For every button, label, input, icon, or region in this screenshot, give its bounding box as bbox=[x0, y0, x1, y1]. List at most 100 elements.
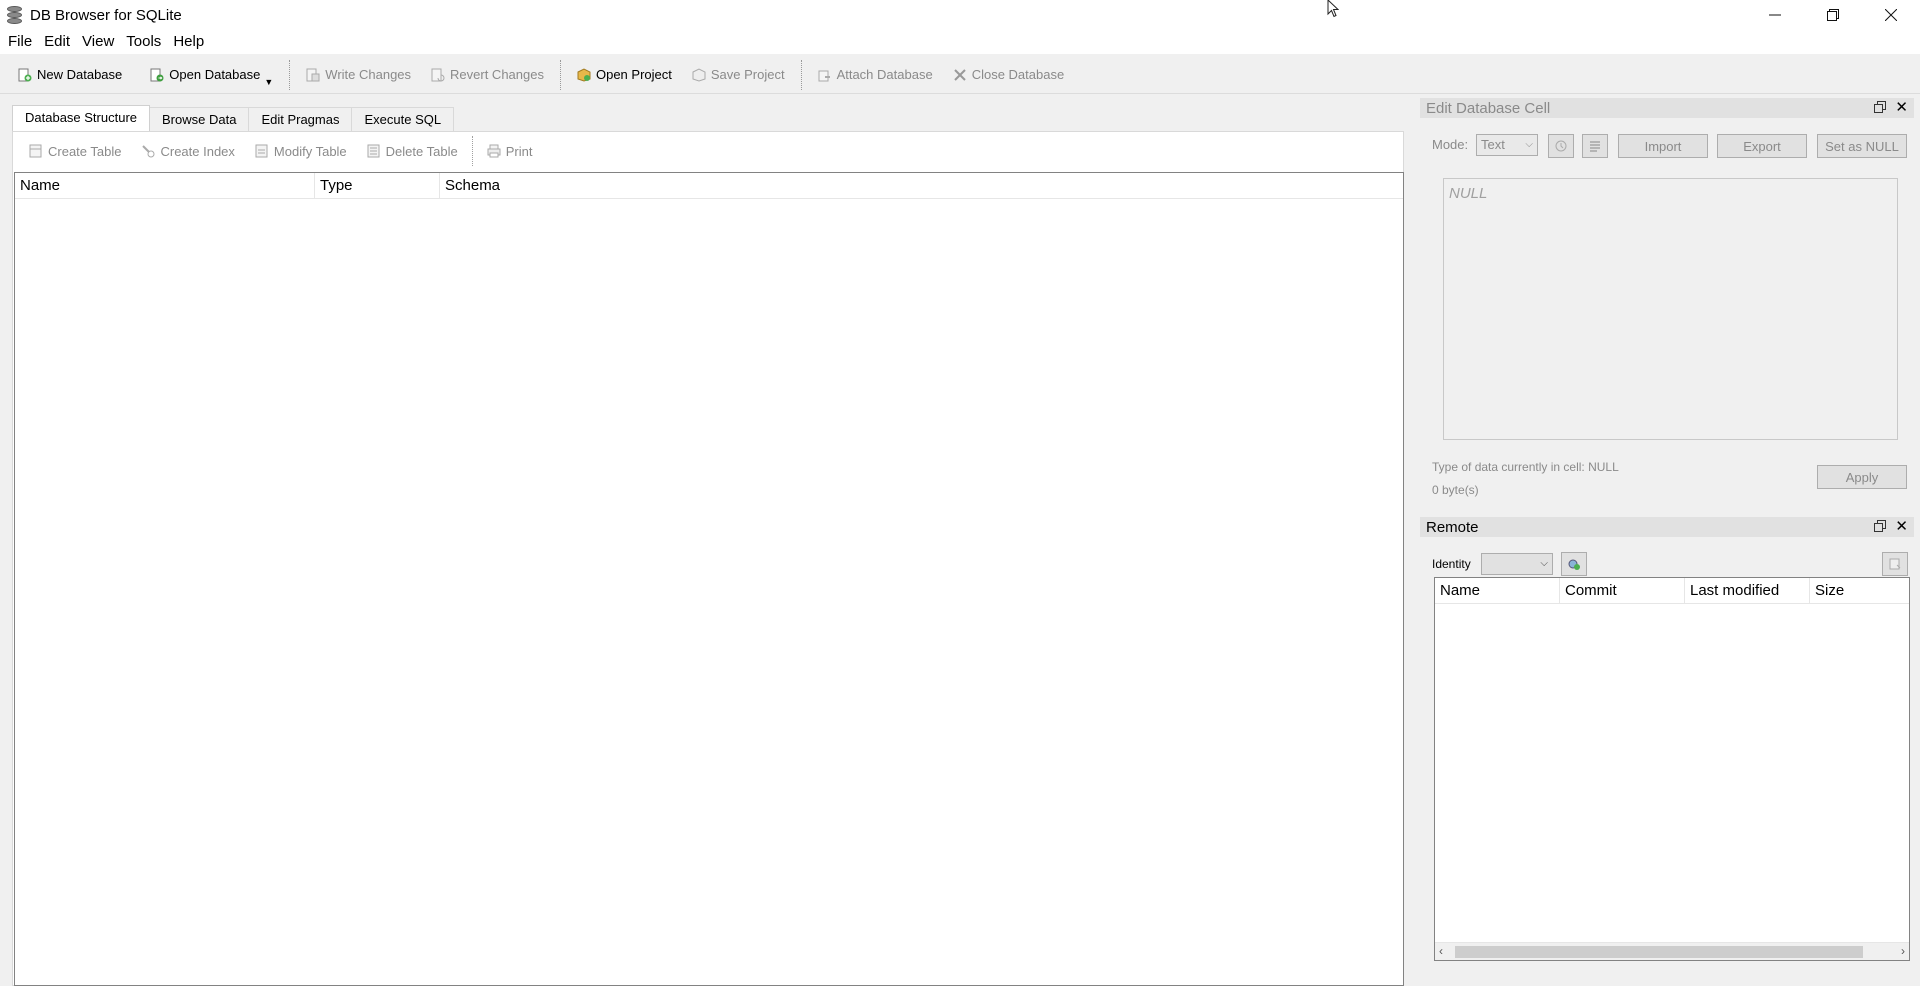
mode-select[interactable]: Text ⌵ bbox=[1476, 134, 1538, 156]
open-database-dropdown-icon[interactable]: ▼ bbox=[264, 77, 273, 87]
scrollbar-thumb[interactable] bbox=[1455, 946, 1863, 958]
import-button[interactable]: Import bbox=[1618, 134, 1708, 158]
toolbar-separator bbox=[800, 59, 802, 90]
save-project-label: Save Project bbox=[710, 67, 785, 82]
export-button[interactable]: Export bbox=[1717, 134, 1807, 158]
revert-changes-label: Revert Changes bbox=[450, 67, 544, 82]
set-as-null-button[interactable]: Set as NULL bbox=[1817, 134, 1907, 158]
float-icon[interactable] bbox=[1874, 101, 1886, 113]
create-index-button[interactable]: Create Index bbox=[131, 137, 244, 165]
apply-button[interactable]: Apply bbox=[1817, 465, 1907, 489]
open-database-button[interactable]: Open Database ▼ bbox=[140, 60, 283, 90]
open-project-button[interactable]: Open Project bbox=[567, 60, 682, 90]
tab-browse-data[interactable]: Browse Data bbox=[149, 107, 250, 131]
revert-changes-icon bbox=[431, 68, 445, 81]
chevron-down-icon: ⌵ bbox=[1540, 558, 1548, 569]
close-database-label: Close Database bbox=[971, 67, 1065, 82]
attach-database-button[interactable]: Attach Database bbox=[808, 60, 943, 90]
remote-dock: Remote ✕ Identity ⌵ Name Commit Last mod… bbox=[1420, 517, 1914, 986]
write-changes-icon bbox=[306, 68, 320, 81]
create-index-label: Create Index bbox=[160, 143, 235, 159]
edit-cell-title: Edit Database Cell bbox=[1426, 99, 1551, 117]
minimize-button[interactable] bbox=[1746, 0, 1804, 30]
delete-table-button[interactable]: Delete Table bbox=[357, 137, 468, 165]
print-label: Print bbox=[505, 143, 533, 159]
close-icon bbox=[1885, 9, 1897, 21]
chevron-down-icon: ⌵ bbox=[1525, 139, 1533, 150]
cell-editor-placeholder: NULL bbox=[1449, 185, 1488, 202]
menu-tools[interactable]: Tools bbox=[120, 30, 167, 54]
revert-changes-button[interactable]: Revert Changes bbox=[421, 60, 554, 90]
column-header-schema[interactable]: Schema bbox=[440, 173, 1403, 199]
cell-editor[interactable]: NULL bbox=[1443, 178, 1898, 440]
database-structure-panel: Create Table Create Index Modify Table D… bbox=[12, 131, 1404, 986]
close-window-button[interactable] bbox=[1862, 0, 1920, 30]
auto-switch-button[interactable] bbox=[1548, 134, 1574, 158]
close-database-button[interactable]: Close Database bbox=[943, 60, 1075, 90]
column-header-name[interactable]: Name bbox=[1435, 578, 1560, 604]
database-icon bbox=[6, 5, 24, 25]
cell-type-info: Type of data currently in cell: NULL bbox=[1432, 460, 1619, 474]
delete-table-label: Delete Table bbox=[385, 143, 458, 159]
scroll-right-icon[interactable]: › bbox=[1901, 944, 1905, 958]
scroll-left-icon[interactable]: ‹ bbox=[1439, 944, 1443, 958]
menu-help[interactable]: Help bbox=[167, 30, 210, 54]
tab-database-structure[interactable]: Database Structure bbox=[12, 105, 151, 131]
main-tabs: Database Structure Browse Data Edit Prag… bbox=[12, 105, 455, 131]
restore-icon bbox=[1827, 9, 1839, 21]
mouse-cursor-icon bbox=[1327, 0, 1339, 18]
menu-edit[interactable]: Edit bbox=[38, 30, 76, 54]
menu-view[interactable]: View bbox=[76, 30, 120, 54]
open-database-icon bbox=[150, 68, 164, 81]
open-project-label: Open Project bbox=[595, 67, 672, 82]
cell-size-info: 0 byte(s) bbox=[1432, 483, 1479, 497]
column-header-type[interactable]: Type bbox=[315, 173, 440, 199]
close-database-icon bbox=[953, 68, 966, 81]
new-database-icon bbox=[18, 68, 32, 81]
upload-icon bbox=[1889, 558, 1901, 570]
print-button[interactable]: Print bbox=[477, 137, 543, 165]
column-header-commit[interactable]: Commit bbox=[1560, 578, 1685, 604]
menu-bar: File Edit View Tools Help bbox=[0, 30, 1920, 54]
column-header-size[interactable]: Size bbox=[1810, 578, 1909, 604]
menu-file[interactable]: File bbox=[2, 30, 38, 54]
auto-switch-icon bbox=[1555, 140, 1567, 152]
identity-label: Identity bbox=[1432, 557, 1471, 571]
write-changes-button[interactable]: Write Changes bbox=[296, 60, 421, 90]
toolbar-separator bbox=[471, 136, 473, 166]
modify-table-label: Modify Table bbox=[273, 143, 347, 159]
tab-edit-pragmas[interactable]: Edit Pragmas bbox=[248, 107, 353, 131]
modify-table-icon bbox=[255, 144, 268, 158]
minimize-icon bbox=[1769, 14, 1781, 16]
open-project-icon bbox=[577, 67, 591, 82]
toolbar-separator bbox=[559, 59, 561, 90]
new-database-button[interactable]: New Database bbox=[8, 60, 132, 90]
remote-title-bar: Remote ✕ bbox=[1420, 517, 1914, 537]
column-header-last-modified[interactable]: Last modified bbox=[1685, 578, 1810, 604]
add-identity-icon bbox=[1568, 559, 1580, 570]
horizontal-scrollbar[interactable]: ‹ › bbox=[1435, 942, 1909, 960]
tab-execute-sql[interactable]: Execute SQL bbox=[351, 107, 455, 131]
close-icon[interactable]: ✕ bbox=[1895, 100, 1908, 115]
add-identity-button[interactable] bbox=[1561, 552, 1587, 576]
mode-select-value: Text bbox=[1481, 137, 1505, 152]
float-icon[interactable] bbox=[1874, 520, 1886, 532]
save-project-button[interactable]: Save Project bbox=[682, 60, 795, 90]
column-header-name[interactable]: Name bbox=[15, 173, 315, 199]
remote-tree-header: Name Commit Last modified Size bbox=[1435, 578, 1909, 604]
word-wrap-button[interactable] bbox=[1582, 134, 1608, 158]
upload-button[interactable] bbox=[1882, 552, 1908, 576]
modify-table-button[interactable]: Modify Table bbox=[245, 137, 357, 165]
restore-button[interactable] bbox=[1804, 0, 1862, 30]
close-icon[interactable]: ✕ bbox=[1895, 519, 1908, 534]
word-wrap-icon bbox=[1590, 141, 1600, 152]
new-database-label: New Database bbox=[37, 67, 123, 82]
remote-tree[interactable]: Name Commit Last modified Size ‹ › bbox=[1434, 577, 1910, 961]
create-table-icon bbox=[29, 144, 42, 158]
schema-tree-header: Name Type Schema bbox=[15, 173, 1403, 199]
schema-tree[interactable]: Name Type Schema bbox=[14, 172, 1404, 986]
mode-label: Mode: bbox=[1432, 137, 1469, 152]
create-table-button[interactable]: Create Table bbox=[19, 137, 131, 165]
title-bar: DB Browser for SQLite bbox=[0, 0, 1920, 30]
identity-select[interactable]: ⌵ bbox=[1481, 553, 1553, 575]
